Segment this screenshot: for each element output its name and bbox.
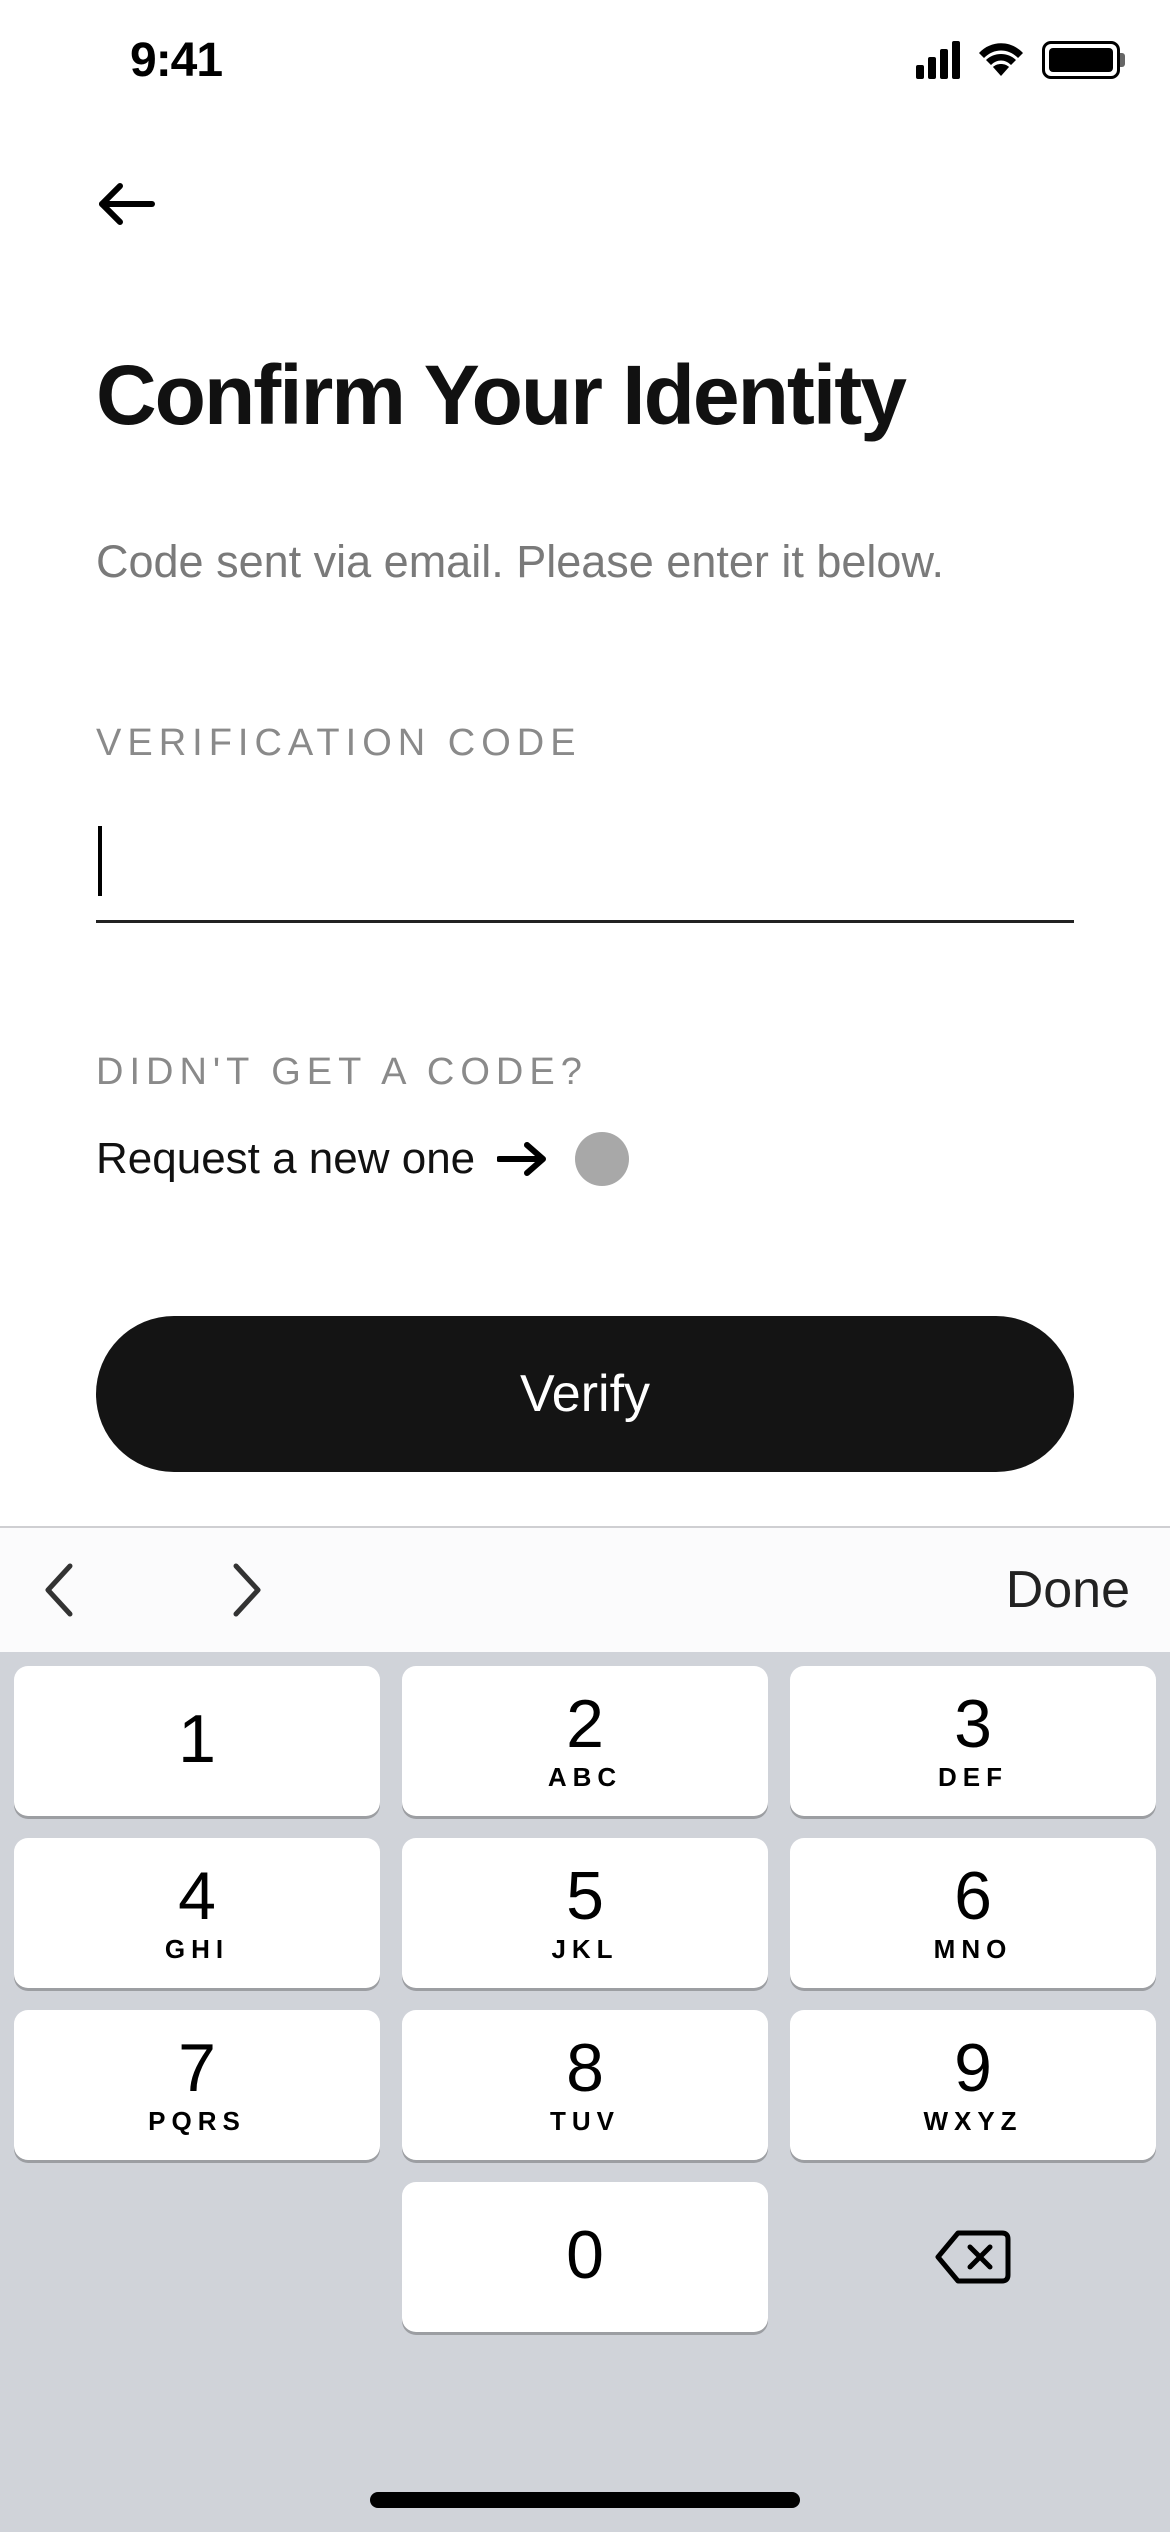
loading-dot-icon — [575, 1132, 629, 1186]
key-digit: 7 — [178, 2034, 216, 2102]
keyboard-next-button[interactable] — [228, 1560, 266, 1620]
key-letters: PQRS — [148, 2106, 246, 2137]
keypad-key-2[interactable]: 2 ABC — [402, 1666, 768, 1816]
keypad-key-0[interactable]: 0 — [402, 2182, 768, 2332]
key-digit: 3 — [954, 1690, 992, 1758]
battery-icon — [1042, 41, 1120, 79]
key-digit: 1 — [178, 1705, 216, 1773]
request-new-code-text: Request a new one — [96, 1134, 475, 1184]
arrow-left-icon — [96, 182, 156, 226]
key-letters: GHI — [165, 1934, 229, 1965]
cellular-signal-icon — [916, 41, 960, 79]
key-letters: JKL — [551, 1934, 618, 1965]
key-digit: 4 — [178, 1862, 216, 1930]
status-icons — [916, 41, 1120, 79]
key-digit: 0 — [566, 2221, 604, 2289]
key-digit: 6 — [954, 1862, 992, 1930]
status-time: 9:41 — [130, 33, 222, 88]
keypad-key-9[interactable]: 9 WXYZ — [790, 2010, 1156, 2160]
key-letters: ABC — [548, 1762, 622, 1793]
page-subtitle: Code sent via email. Please enter it bel… — [96, 533, 1074, 592]
keyboard-done-button[interactable]: Done — [1006, 1560, 1130, 1620]
status-bar: 9:41 — [0, 0, 1170, 120]
arrow-right-icon — [497, 1141, 547, 1177]
key-letters: WXYZ — [923, 2106, 1022, 2137]
key-digit: 8 — [566, 2034, 604, 2102]
chevron-left-icon — [40, 1560, 78, 1620]
keypad-key-delete[interactable] — [790, 2182, 1156, 2332]
backspace-icon — [934, 2229, 1012, 2285]
keypad-key-8[interactable]: 8 TUV — [402, 2010, 768, 2160]
keypad-key-1[interactable]: 1 — [14, 1666, 380, 1816]
keypad-key-5[interactable]: 5 JKL — [402, 1838, 768, 1988]
wifi-icon — [978, 43, 1024, 77]
verification-code-input[interactable] — [96, 803, 1074, 923]
key-digit: 9 — [954, 2034, 992, 2102]
keyboard-prev-button[interactable] — [40, 1560, 78, 1620]
key-letters: TUV — [550, 2106, 620, 2137]
key-letters: DEF — [938, 1762, 1008, 1793]
numeric-keypad: 1 2 ABC 3 DEF 4 GHI 5 J — [0, 1652, 1170, 2532]
home-indicator[interactable] — [370, 2492, 800, 2508]
key-digit: 2 — [566, 1690, 604, 1758]
keyboard-toolbar: Done — [0, 1526, 1170, 1652]
keypad-key-3[interactable]: 3 DEF — [790, 1666, 1156, 1816]
verify-button-label: Verify — [520, 1364, 650, 1424]
page-title: Confirm Your Identity — [96, 349, 1074, 441]
key-letters: MNO — [934, 1934, 1013, 1965]
keypad-key-6[interactable]: 6 MNO — [790, 1838, 1156, 1988]
request-new-code-link[interactable]: Request a new one — [96, 1134, 547, 1184]
verification-code-label: VERIFICATION CODE — [96, 722, 1074, 765]
resend-label: DIDN'T GET A CODE? — [96, 1051, 1074, 1094]
keypad-key-7[interactable]: 7 PQRS — [14, 2010, 380, 2160]
chevron-right-icon — [228, 1560, 266, 1620]
verify-button[interactable]: Verify — [96, 1316, 1074, 1472]
key-digit: 5 — [566, 1862, 604, 1930]
keypad-key-4[interactable]: 4 GHI — [14, 1838, 380, 1988]
keypad-key-empty — [14, 2182, 380, 2332]
text-caret — [98, 826, 102, 896]
back-button[interactable] — [96, 182, 156, 226]
